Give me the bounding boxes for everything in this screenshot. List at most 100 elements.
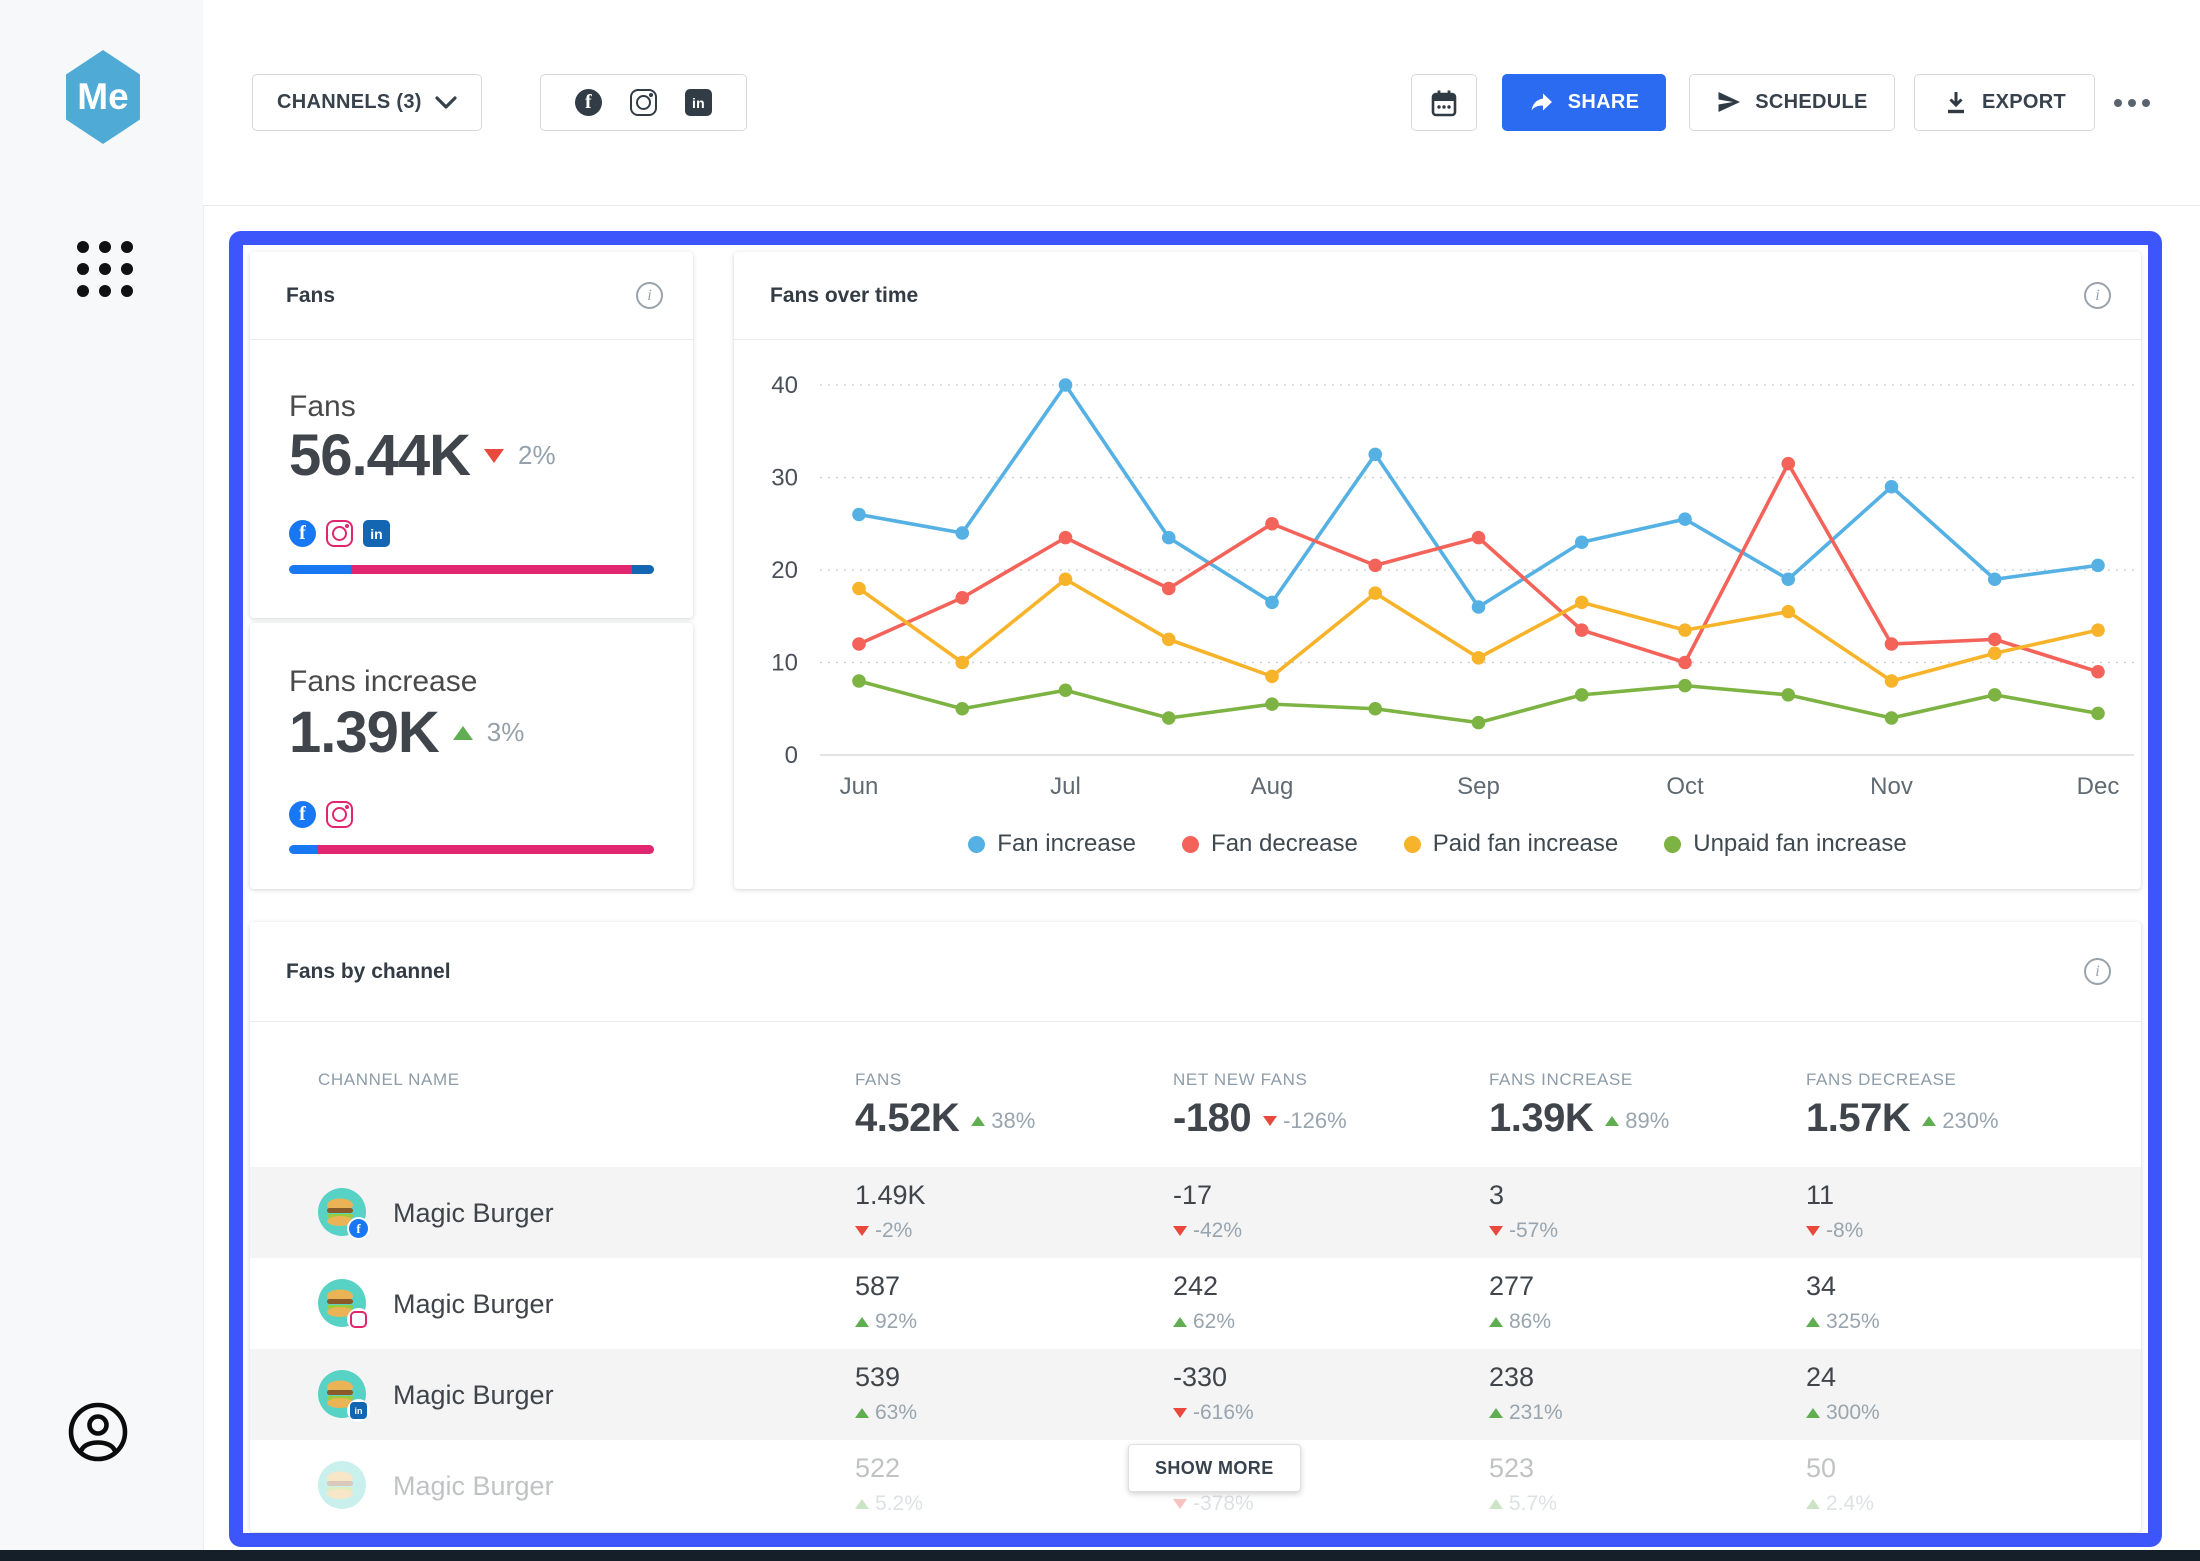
summary-fans: FANS 4.52K 38% [855, 1070, 1035, 1138]
info-icon[interactable]: i [2084, 958, 2111, 985]
instagram-icon[interactable] [630, 89, 657, 116]
export-button[interactable]: EXPORT [1914, 74, 2095, 131]
svg-text:0: 0 [785, 742, 798, 769]
trend-down-icon [484, 449, 504, 463]
column-header-fans-decrease: FANS DECREASE [1806, 1070, 1999, 1090]
column-header-fans-increase: FANS INCREASE [1489, 1070, 1669, 1090]
trend-up-icon [453, 726, 473, 740]
linkedin-badge: in [347, 1399, 370, 1422]
fans-increase-value: 1.39K [289, 699, 439, 766]
fans-increase-distribution-bar [289, 845, 654, 854]
trend-down-icon [855, 1226, 869, 1236]
trend-up-icon [855, 1408, 869, 1418]
legend-item-fan-increase[interactable]: Fan increase [968, 830, 1136, 858]
channel-name: Magic Burger [393, 1289, 554, 1320]
trend-up-icon [1806, 1317, 1820, 1327]
trend-up-icon [855, 1317, 869, 1327]
svg-text:30: 30 [771, 465, 798, 492]
svg-text:Aug: Aug [1251, 773, 1294, 800]
schedule-button-label: SCHEDULE [1755, 91, 1867, 114]
table-row[interactable]: Magic Burger 587 92% 242 62% 277 86% 34 … [250, 1258, 2141, 1349]
fans-card-header: Fans i [250, 252, 693, 340]
facebook-icon[interactable]: f [575, 89, 602, 116]
instagram-badge [347, 1308, 370, 1331]
trend-up-icon [1489, 1499, 1503, 1509]
fans-over-time-chart: 010203040JunJulAugSepOctNovDec [734, 340, 2141, 820]
trend-up-icon [1605, 1116, 1619, 1126]
column-header-net-new-fans: NET NEW FANS [1173, 1070, 1347, 1090]
trend-down-icon [1489, 1226, 1503, 1236]
fans-increase-networks: f [289, 801, 353, 828]
channel-avatar: f [318, 1188, 366, 1236]
more-options-button[interactable] [2108, 88, 2156, 118]
svg-text:Nov: Nov [1870, 773, 1913, 800]
trend-up-icon [855, 1499, 869, 1509]
legend-dot [1404, 836, 1421, 853]
trend-up-icon [1489, 1408, 1503, 1418]
share-button[interactable]: SHARE [1502, 74, 1666, 131]
svg-text:40: 40 [771, 372, 798, 399]
table-card-header: Fans by channel i [250, 922, 2141, 1022]
app-logo[interactable]: Me [61, 50, 145, 144]
schedule-button[interactable]: SCHEDULE [1689, 74, 1895, 131]
show-more-button[interactable]: SHOW MORE [1128, 1444, 1301, 1492]
trend-up-icon [1806, 1499, 1820, 1509]
svg-text:Jul: Jul [1050, 773, 1081, 800]
date-range-button[interactable] [1411, 74, 1477, 131]
linkedin-icon[interactable]: in [685, 89, 712, 116]
chevron-down-icon [435, 96, 457, 110]
svg-text:Dec: Dec [2077, 773, 2120, 800]
legend-item-fan-decrease[interactable]: Fan decrease [1182, 830, 1358, 858]
trend-up-icon [1489, 1317, 1503, 1327]
legend-dot [968, 836, 985, 853]
dashboard-page: Me CHANNELS (3) f in [0, 0, 2200, 1561]
trend-up-icon [1806, 1408, 1820, 1418]
info-icon[interactable]: i [2084, 282, 2111, 309]
trend-down-icon [1173, 1226, 1187, 1236]
channel-name: Magic Burger [393, 1471, 554, 1502]
channel-avatar: in [318, 1370, 366, 1418]
summary-fans-decrease: FANS DECREASE 1.57K 230% [1806, 1070, 1999, 1138]
share-button-label: SHARE [1568, 91, 1640, 114]
fans-increase-card: Fans increase 1.39K 3% f [250, 623, 693, 889]
legend-item-paid-fan-increase[interactable]: Paid fan increase [1404, 830, 1618, 858]
trend-up-icon [971, 1116, 985, 1126]
export-button-label: EXPORT [1982, 91, 2066, 114]
svg-text:Sep: Sep [1457, 773, 1500, 800]
fans-card-title: Fans [286, 284, 335, 308]
channels-dropdown[interactable]: CHANNELS (3) [252, 74, 482, 131]
chart-legend: Fan increase Fan decrease Paid fan incre… [734, 830, 2141, 858]
legend-dot [1664, 836, 1681, 853]
legend-item-unpaid-fan-increase[interactable]: Unpaid fan increase [1664, 830, 1906, 858]
instagram-icon [326, 520, 353, 547]
trend-down-icon [1806, 1226, 1820, 1236]
fans-increase-delta: 3% [487, 717, 525, 748]
fans-distribution-bar [289, 565, 654, 574]
fans-stat-delta: 2% [518, 440, 556, 471]
calendar-icon [1429, 88, 1459, 118]
fans-card: Fans i Fans 56.44K 2% f in [250, 252, 693, 618]
chart-card-title: Fans over time [770, 284, 918, 308]
channels-dropdown-label: CHANNELS (3) [277, 91, 422, 114]
selected-channels-box: f in [540, 74, 747, 131]
fans-by-channel-card: Fans by channel i CHANNEL NAME FANS 4.52… [250, 922, 2141, 1532]
sidebar: Me [0, 0, 204, 1561]
table-row[interactable]: f Magic Burger 1.49K -2% -17 -42% 3 -57%… [250, 1167, 2141, 1258]
trend-down-icon [1263, 1116, 1277, 1126]
download-icon [1943, 89, 1969, 116]
chart-card-header: Fans over time i [734, 252, 2141, 340]
svg-text:20: 20 [771, 557, 798, 584]
trend-down-icon [1173, 1499, 1187, 1509]
svg-text:Oct: Oct [1666, 773, 1704, 800]
column-header-channel-name: CHANNEL NAME [318, 1070, 460, 1090]
send-icon [1716, 90, 1742, 116]
account-icon[interactable] [66, 1400, 130, 1469]
table-card-title: Fans by channel [286, 960, 451, 984]
fans-increase-label: Fans increase [289, 665, 477, 699]
instagram-icon [326, 801, 353, 828]
apps-grid-icon[interactable] [77, 241, 133, 297]
summary-fans-increase: FANS INCREASE 1.39K 89% [1489, 1070, 1669, 1138]
info-icon[interactable]: i [636, 282, 663, 309]
table-row[interactable]: in Magic Burger 539 63% -330 -616% 238 2… [250, 1349, 2141, 1440]
linkedin-icon: in [363, 520, 390, 547]
